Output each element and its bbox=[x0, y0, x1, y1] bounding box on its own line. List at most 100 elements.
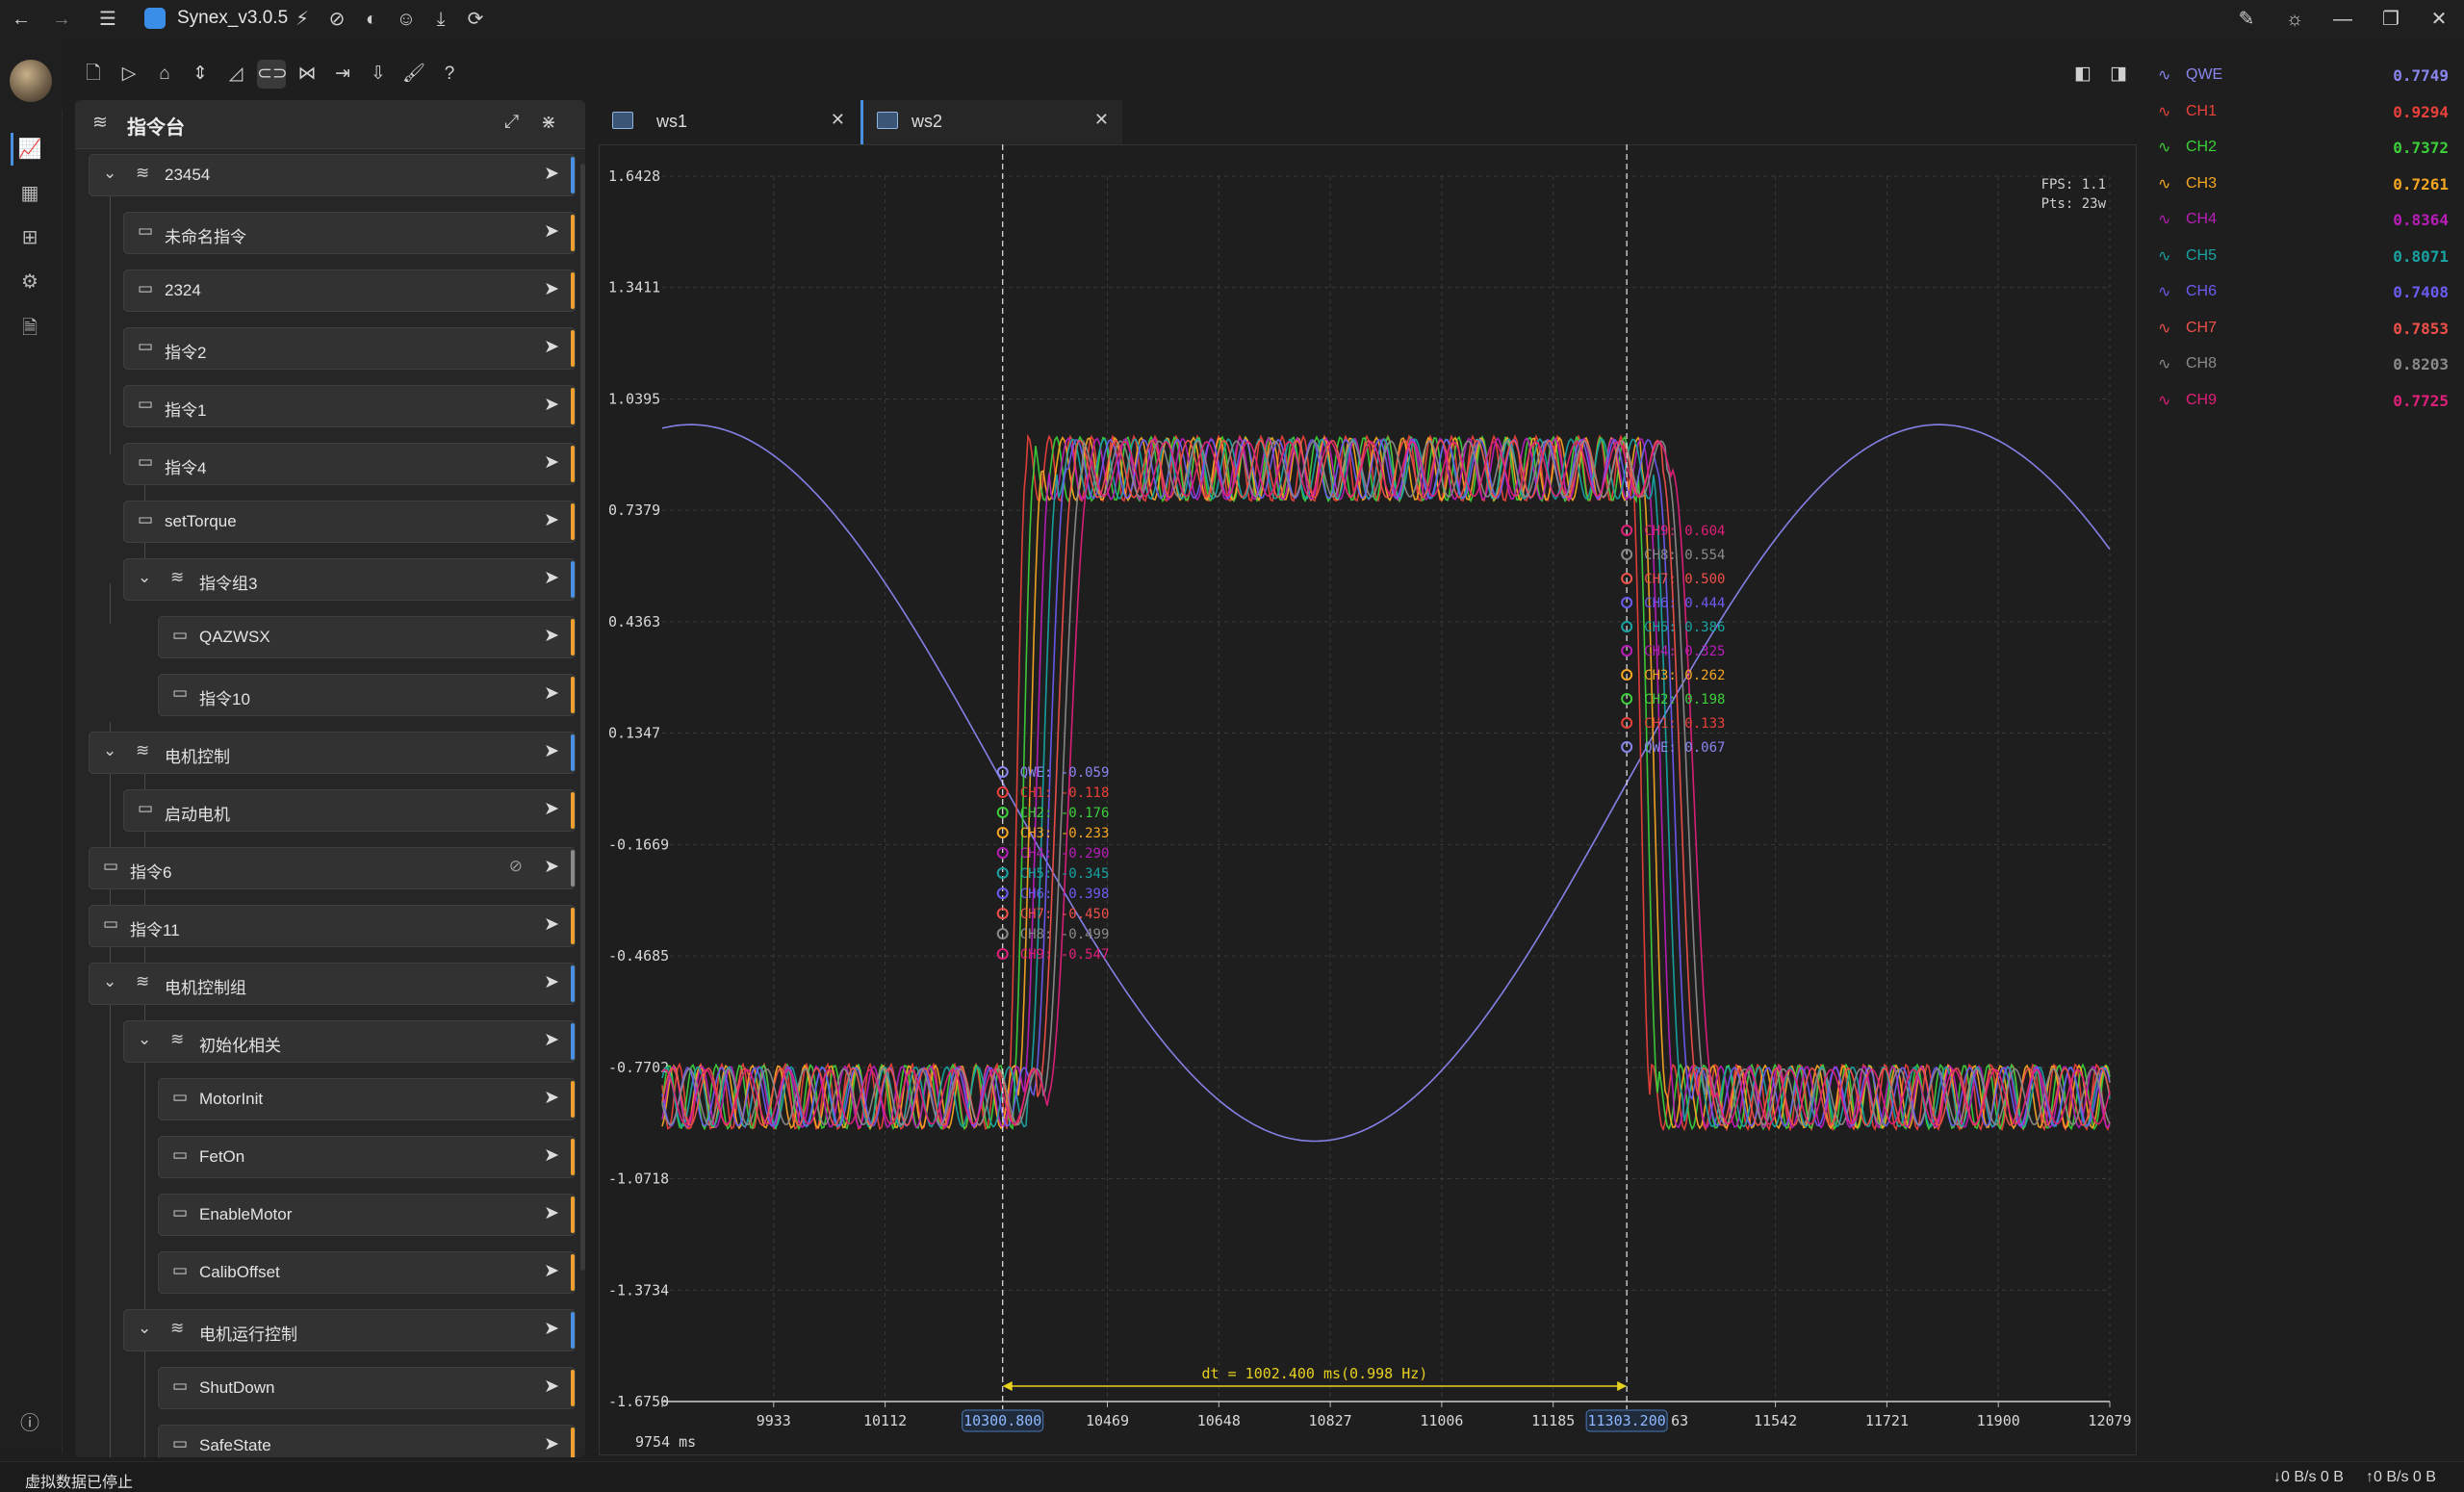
send-icon[interactable]: ➤ bbox=[544, 1202, 559, 1224]
command-item[interactable]: ▭ SafeState ➤ bbox=[158, 1425, 576, 1457]
back-icon[interactable]: ← bbox=[8, 6, 35, 33]
chevron-down-icon[interactable]: ⌄ bbox=[138, 1319, 151, 1338]
command-item[interactable]: ▭ MotorInit ➤ bbox=[158, 1078, 576, 1120]
send-icon[interactable]: ➤ bbox=[544, 856, 559, 878]
legend-item[interactable]: ∿ CH5 0.8071 bbox=[2154, 243, 2452, 271]
send-icon[interactable]: ➤ bbox=[544, 163, 559, 185]
tab-ws1[interactable]: ws1 ✕ bbox=[599, 100, 859, 144]
send-icon[interactable]: ➤ bbox=[544, 336, 559, 358]
chevron-down-icon[interactable]: ⌄ bbox=[103, 741, 116, 760]
new-file-icon[interactable]: 🗋 bbox=[79, 60, 108, 89]
topology-icon[interactable]: ⊞ bbox=[13, 221, 46, 254]
chevron-down-icon[interactable]: ⌄ bbox=[103, 164, 116, 183]
legend-item[interactable]: ∿ CH4 0.8364 bbox=[2154, 206, 2452, 235]
layout-right-icon[interactable]: ◨ bbox=[2104, 60, 2133, 89]
home-icon[interactable]: ⌂ bbox=[150, 60, 179, 89]
play-icon[interactable]: ▷ bbox=[115, 60, 143, 89]
send-icon[interactable]: ➤ bbox=[544, 1029, 559, 1051]
expand-icon[interactable]: ⤢ bbox=[504, 112, 519, 133]
send-icon[interactable]: ➤ bbox=[544, 278, 559, 300]
send-icon[interactable]: ➤ bbox=[544, 1145, 559, 1167]
legend-item[interactable]: ∿ CH6 0.7408 bbox=[2154, 278, 2452, 307]
command-item[interactable]: ▭ setTorque ➤ bbox=[123, 501, 576, 543]
legend-item[interactable]: ∿ CH1 0.9294 bbox=[2154, 98, 2452, 127]
command-item[interactable]: ▭ ShutDown ➤ bbox=[158, 1367, 576, 1409]
link-icon[interactable]: ⊂⊃ bbox=[257, 60, 288, 89]
send-icon[interactable]: ➤ bbox=[544, 394, 559, 416]
close-tab-icon[interactable]: ✕ bbox=[831, 110, 845, 130]
send-icon[interactable]: ➤ bbox=[544, 567, 559, 589]
menu-icon[interactable]: ☰ bbox=[94, 6, 121, 33]
command-item[interactable]: ▭ QAZWSX ➤ bbox=[158, 616, 576, 658]
chevron-down-icon[interactable]: ⌄ bbox=[138, 1030, 151, 1049]
tab-ws2[interactable]: ws2 ✕ bbox=[860, 100, 1122, 144]
graph-icon[interactable]: ⋈ bbox=[293, 60, 321, 89]
download-icon[interactable]: ⤓ bbox=[427, 6, 454, 33]
command-item[interactable]: ▭ 指令10 ➤ bbox=[158, 674, 576, 716]
send-icon[interactable]: ➤ bbox=[544, 971, 559, 993]
command-group[interactable]: ⌄ ≋ 电机运行控制 ➤ bbox=[123, 1309, 576, 1351]
close-tab-icon[interactable]: ✕ bbox=[1094, 110, 1109, 130]
eye-off-icon[interactable]: ⊘ bbox=[509, 857, 523, 876]
command-item[interactable]: ▭ 指令11 ➤ bbox=[89, 905, 576, 947]
restore-icon[interactable]: ❐ bbox=[2377, 6, 2404, 33]
command-group[interactable]: ⌄ ≋ 电机控制 ➤ bbox=[89, 732, 576, 774]
send-icon[interactable]: ➤ bbox=[544, 798, 559, 820]
collapse-icon[interactable]: ⋇ bbox=[541, 112, 556, 134]
legend-item[interactable]: ∿ CH3 0.7261 bbox=[2154, 170, 2452, 199]
settings-gear-icon[interactable]: ⚙ bbox=[13, 266, 46, 298]
export-icon[interactable]: ⇥ bbox=[328, 60, 357, 89]
info-icon[interactable]: ⓘ bbox=[13, 1407, 46, 1440]
connect-icon[interactable]: ⚡ bbox=[289, 6, 316, 33]
send-icon[interactable]: ➤ bbox=[544, 451, 559, 474]
legend-item[interactable]: ∿ CH2 0.7372 bbox=[2154, 134, 2452, 163]
command-item[interactable]: ▭ EnableMotor ➤ bbox=[158, 1194, 576, 1236]
legend-item[interactable]: ∿ QWE 0.7749 bbox=[2154, 62, 2452, 90]
unlink-icon[interactable]: ⊘ bbox=[323, 6, 350, 33]
legend-item[interactable]: ∿ CH7 0.7853 bbox=[2154, 315, 2452, 344]
area-chart-icon[interactable]: ◿ bbox=[221, 60, 250, 89]
document-icon[interactable]: 🗎 bbox=[13, 312, 46, 345]
theme-contrast-icon[interactable]: ◐ bbox=[358, 6, 385, 33]
send-icon[interactable]: ➤ bbox=[544, 509, 559, 531]
close-icon[interactable]: ✕ bbox=[2426, 6, 2452, 33]
command-item[interactable]: ▭ FetOn ➤ bbox=[158, 1136, 576, 1178]
send-icon[interactable]: ➤ bbox=[544, 1376, 559, 1398]
command-item[interactable]: ▭ 指令2 ➤ bbox=[123, 327, 576, 370]
import-icon[interactable]: ⇩ bbox=[364, 60, 393, 89]
chip-icon[interactable]: ▦ bbox=[13, 177, 46, 210]
layout-left-icon[interactable]: ◧ bbox=[2068, 60, 2097, 89]
chevron-down-icon[interactable]: ⌄ bbox=[103, 972, 116, 991]
send-icon[interactable]: ➤ bbox=[544, 913, 559, 936]
legend-item[interactable]: ∿ CH8 0.8203 bbox=[2154, 350, 2452, 379]
command-group[interactable]: ⌄ ≋ 电机控制组 ➤ bbox=[89, 963, 576, 1005]
fit-icon[interactable]: ⇕ bbox=[186, 60, 215, 89]
send-icon[interactable]: ➤ bbox=[544, 1318, 559, 1340]
console-scrollbar[interactable] bbox=[580, 164, 585, 1271]
send-icon[interactable]: ➤ bbox=[544, 1087, 559, 1109]
send-icon[interactable]: ➤ bbox=[544, 682, 559, 705]
brush-icon[interactable]: 🖌 bbox=[399, 60, 428, 89]
command-item[interactable]: ▭ 指令4 ➤ bbox=[123, 443, 576, 485]
command-item[interactable]: ▭ 指令1 ➤ bbox=[123, 385, 576, 427]
send-icon[interactable]: ➤ bbox=[544, 220, 559, 243]
send-icon[interactable]: ➤ bbox=[544, 1260, 559, 1282]
send-icon[interactable]: ➤ bbox=[544, 740, 559, 762]
command-item[interactable]: ▭ 未命名指令 ➤ bbox=[123, 212, 576, 254]
command-group[interactable]: ⌄ ≋ 指令组3 ➤ bbox=[123, 558, 576, 601]
send-icon[interactable]: ➤ bbox=[544, 625, 559, 647]
avatar[interactable] bbox=[10, 60, 52, 102]
pin-icon[interactable]: ✎ bbox=[2233, 6, 2260, 33]
command-item[interactable]: ▭ 2324 ➤ bbox=[123, 270, 576, 312]
chevron-down-icon[interactable]: ⌄ bbox=[138, 568, 151, 587]
command-item[interactable]: ▭ CalibOffset ➤ bbox=[158, 1251, 576, 1294]
refresh-icon[interactable]: ⟳ bbox=[462, 6, 489, 33]
help-icon[interactable]: ? bbox=[435, 60, 464, 89]
legend-item[interactable]: ∿ CH9 0.7725 bbox=[2154, 387, 2452, 416]
command-item[interactable]: ▭ 指令6 ⊘ ➤ bbox=[89, 847, 576, 889]
command-group[interactable]: ⌄ ≋ 23454 ➤ bbox=[89, 154, 576, 196]
command-item[interactable]: ▭ 启动电机 ➤ bbox=[123, 789, 576, 832]
brightness-icon[interactable]: ☼ bbox=[2281, 6, 2308, 33]
user-settings-icon[interactable]: ☺ bbox=[393, 6, 420, 33]
command-group[interactable]: ⌄ ≋ 初始化相关 ➤ bbox=[123, 1020, 576, 1063]
